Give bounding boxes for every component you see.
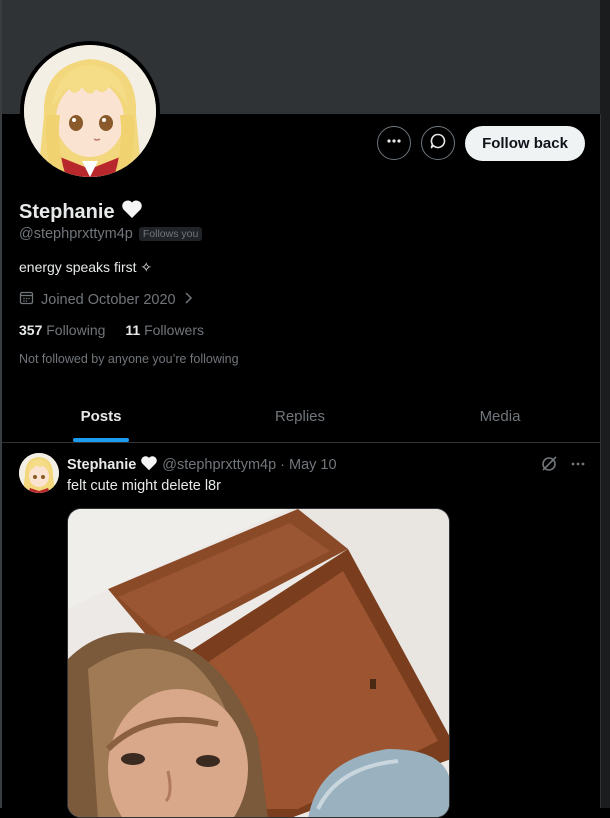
white-heart-icon	[140, 455, 158, 475]
white-heart-icon	[121, 199, 143, 225]
post-author[interactable]: Stephanie	[67, 457, 136, 473]
chevron-right-icon	[183, 291, 193, 309]
followers-label: Followers	[144, 322, 204, 338]
post-avatar[interactable]	[19, 453, 59, 493]
right-border	[600, 114, 601, 808]
more-button[interactable]	[377, 126, 411, 160]
profile-handle: @stephprxttym4p	[19, 226, 133, 242]
more-horizontal-icon	[386, 133, 402, 154]
post-handle[interactable]: @stephprxttym4p	[162, 457, 276, 473]
tab-replies[interactable]: Replies	[200, 390, 400, 442]
joined-date: Joined October 2020	[41, 291, 176, 308]
post-header: Stephanie @stephprxttym4p · May 10	[67, 455, 337, 475]
scrollbar[interactable]	[600, 0, 610, 808]
followers-count: 11	[125, 322, 141, 338]
handle-row: @stephprxttym4p Follows you	[19, 226, 203, 242]
profile-avatar[interactable]	[20, 41, 160, 181]
mutual-followers-note: Not followed by anyone you’re following	[19, 352, 239, 366]
tab-posts[interactable]: Posts	[2, 390, 200, 442]
post-text: felt cute might delete l8r	[67, 478, 221, 494]
following-link[interactable]: 357 Following	[19, 322, 105, 338]
joined-date-link[interactable]: Joined October 2020	[19, 290, 193, 309]
message-icon	[429, 132, 447, 155]
profile-tabs: Posts Replies Media	[2, 390, 600, 443]
tab-media[interactable]: Media	[400, 390, 600, 442]
followers-link[interactable]: 11 Followers	[125, 322, 204, 338]
follow-back-button[interactable]: Follow back	[465, 126, 585, 161]
more-horizontal-icon[interactable]	[570, 456, 586, 477]
post-actions	[540, 455, 586, 478]
calendar-icon	[19, 290, 34, 309]
follows-you-badge: Follows you	[138, 227, 203, 241]
message-button[interactable]	[421, 126, 455, 160]
following-count: 357	[19, 322, 43, 338]
following-label: Following	[46, 322, 106, 338]
post-photo[interactable]	[67, 508, 450, 818]
meta-separator: ·	[280, 457, 285, 473]
profile-bio: energy speaks first ✧	[19, 259, 153, 275]
profile-name: Stephanie	[19, 200, 115, 223]
follow-stats: 357 Following 11 Followers	[19, 322, 204, 338]
post-date[interactable]: May 10	[289, 457, 337, 473]
avatar-image	[24, 45, 156, 177]
profile-name-row: Stephanie	[19, 199, 143, 225]
grok-icon[interactable]	[540, 455, 558, 478]
